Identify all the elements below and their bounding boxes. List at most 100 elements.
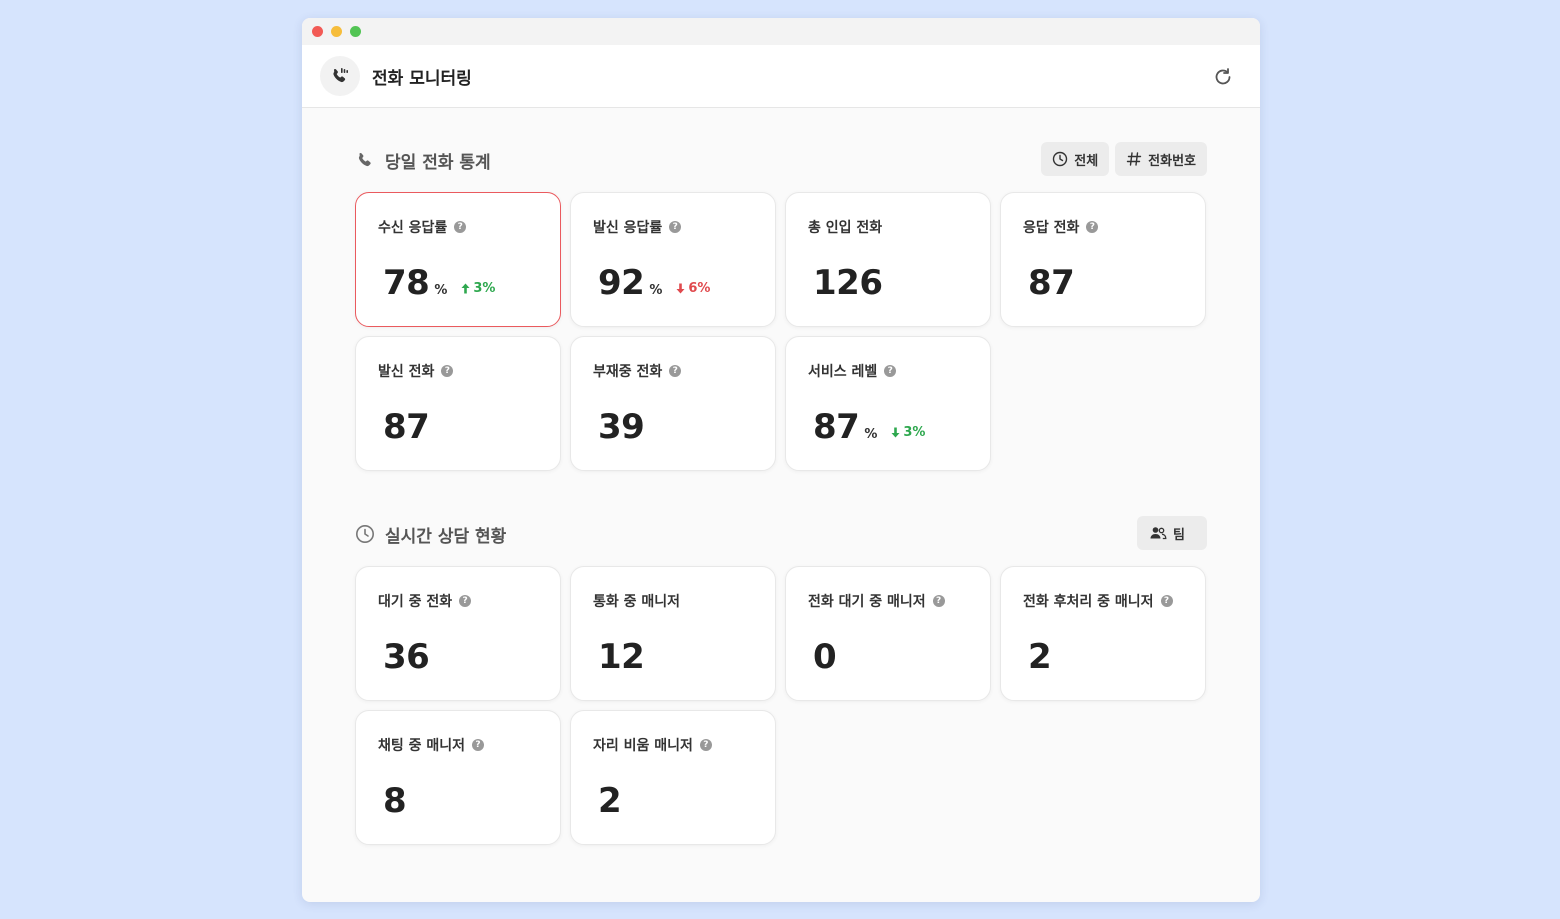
metric-label-row: 부재중 전화? [593, 361, 682, 381]
metric-label-row: 서비스 레벨? [808, 361, 897, 381]
metric-value: 87 [383, 407, 430, 447]
help-icon[interactable]: ? [1086, 221, 1099, 233]
clock-icon [355, 524, 375, 544]
stats-actions: 전체 전화번호 [1041, 142, 1207, 176]
metric-trend-value: 3% [903, 425, 926, 440]
help-icon[interactable]: ? [454, 221, 467, 233]
metric-value-row: 2 [598, 781, 622, 821]
metric-label: 대기 중 전화 [378, 594, 453, 610]
metric-card[interactable]: 자리 비움 매니저? 2 [570, 710, 776, 845]
refresh-button[interactable] [1212, 66, 1234, 88]
stats-section: 당일 전화 통계 전체 전화번호 수신 응답률? 78% 3% 발신 응답률? 92 [355, 142, 1207, 482]
close-window-button[interactable] [312, 26, 323, 37]
help-icon[interactable]: ? [472, 739, 485, 751]
metric-value-row: 36 [383, 637, 430, 677]
metric-value-row: 92% 6% [598, 263, 710, 303]
help-icon[interactable]: ? [441, 365, 454, 377]
hash-icon [1126, 152, 1142, 166]
metric-value: 36 [383, 637, 430, 677]
metric-label: 부재중 전화 [593, 364, 663, 380]
metric-label: 총 인입 전화 [808, 220, 883, 236]
metric-trend: 3% [891, 425, 925, 440]
metric-value: 2 [598, 781, 622, 821]
metric-value-row: 12 [598, 637, 645, 677]
metric-value: 78 [383, 263, 430, 303]
realtime-section: 실시간 상담 현황 팀 대기 중 전화? 36 통화 중 매니저 12 전화 대기 중 … [355, 516, 1207, 856]
window-titlebar [302, 18, 1260, 45]
phone-icon [355, 150, 375, 170]
help-icon[interactable]: ? [1160, 595, 1173, 607]
metric-value-row: 87 [383, 407, 430, 447]
metric-card[interactable]: 발신 전화? 87 [355, 336, 561, 471]
metric-value-row: 87% 3% [813, 407, 925, 447]
metric-card[interactable]: 응답 전화? 87 [1000, 192, 1206, 327]
metric-card[interactable]: 발신 응답률? 92% 6% [570, 192, 776, 327]
metric-value: 39 [598, 407, 645, 447]
metric-card[interactable]: 전화 후처리 중 매니저? 2 [1000, 566, 1206, 701]
help-icon[interactable]: ? [669, 221, 682, 233]
realtime-section-header: 실시간 상담 현황 팀 [355, 516, 1207, 552]
metric-label: 전화 대기 중 매니저 [808, 594, 926, 610]
help-icon[interactable]: ? [669, 365, 682, 377]
metric-trend: 6% [676, 281, 710, 296]
metric-card[interactable]: 부재중 전화? 39 [570, 336, 776, 471]
team-filter-label: 팀 [1173, 527, 1185, 543]
metric-card[interactable]: 수신 응답률? 78% 3% [355, 192, 561, 327]
metric-label-row: 응답 전화? [1023, 217, 1099, 237]
realtime-card-grid: 대기 중 전화? 36 통화 중 매니저 12 전화 대기 중 매니저? 0 전화 후처리 … [355, 566, 1206, 845]
metric-value-row: 0 [813, 637, 837, 677]
maximize-window-button[interactable] [350, 26, 361, 37]
metric-label: 서비스 레벨 [808, 364, 878, 380]
help-icon[interactable]: ? [884, 365, 897, 377]
metric-card[interactable]: 전화 대기 중 매니저? 0 [785, 566, 991, 701]
arrow-down-icon [676, 283, 685, 294]
help-icon[interactable]: ? [699, 739, 712, 751]
stats-card-grid: 수신 응답률? 78% 3% 발신 응답률? 92% 6% 총 인입 전화 126 응답 전화?… [355, 192, 1206, 471]
filter-number-label: 전화번호 [1148, 153, 1196, 169]
team-filter-button[interactable]: 팀 [1137, 516, 1207, 550]
app-header: 전화 모니터링 [302, 45, 1260, 108]
filter-all-label: 전체 [1074, 153, 1099, 169]
metric-value-row: 126 [813, 263, 883, 303]
clock-icon [1053, 151, 1068, 167]
metric-value: 87 [1028, 263, 1075, 303]
metric-value: 126 [813, 263, 883, 303]
metric-label-row: 자리 비움 매니저? [593, 735, 712, 755]
metric-label: 자리 비움 매니저 [593, 738, 693, 754]
metric-label-row: 전화 후처리 중 매니저? [1023, 591, 1173, 611]
metric-value-row: 8 [383, 781, 407, 821]
metric-value-row: 78% 3% [383, 263, 495, 303]
metric-label: 통화 중 매니저 [593, 594, 681, 610]
metric-label: 수신 응답률 [378, 220, 448, 236]
metric-label: 전화 후처리 중 매니저 [1023, 594, 1154, 610]
metric-unit: % [649, 283, 663, 298]
app-window: 전화 모니터링 당일 전화 통계 전체 전화번호 수신 응답률 ? 78 % 3… [302, 18, 1260, 902]
metric-label: 발신 응답률 [593, 220, 663, 236]
minimize-window-button[interactable] [331, 26, 342, 37]
metric-label: 채팅 중 매니저 [378, 738, 466, 754]
stats-section-header: 당일 전화 통계 전체 전화번호 [355, 142, 1207, 178]
metric-card[interactable]: 통화 중 매니저 12 [570, 566, 776, 701]
metric-label: 응답 전화 [1023, 220, 1080, 236]
metric-card[interactable]: 채팅 중 매니저? 8 [355, 710, 561, 845]
metric-value: 92 [598, 263, 645, 303]
metric-unit: % [434, 283, 448, 298]
metric-label-row: 발신 전화? [378, 361, 454, 381]
help-icon[interactable]: ? [459, 595, 472, 607]
metric-value-row: 2 [1028, 637, 1052, 677]
metric-card[interactable]: 대기 중 전화? 36 [355, 566, 561, 701]
stats-section-title: 당일 전화 통계 [385, 152, 491, 173]
metric-label-row: 수신 응답률? [378, 217, 467, 237]
help-icon[interactable]: ? [932, 595, 945, 607]
metric-label: 발신 전화 [378, 364, 435, 380]
metric-card[interactable]: 총 인입 전화 126 [785, 192, 991, 327]
arrow-down-icon [891, 427, 900, 438]
filter-number-button[interactable]: 전화번호 [1115, 142, 1207, 176]
metric-label-row: 발신 응답률? [593, 217, 682, 237]
metric-card[interactable]: 서비스 레벨? 87% 3% [785, 336, 991, 471]
realtime-actions: 팀 [1137, 516, 1207, 550]
metric-label-row: 대기 중 전화? [378, 591, 472, 611]
filter-all-button[interactable]: 전체 [1041, 142, 1110, 176]
metric-value-row: 87 [1028, 263, 1075, 303]
page-title: 전화 모니터링 [372, 68, 472, 89]
